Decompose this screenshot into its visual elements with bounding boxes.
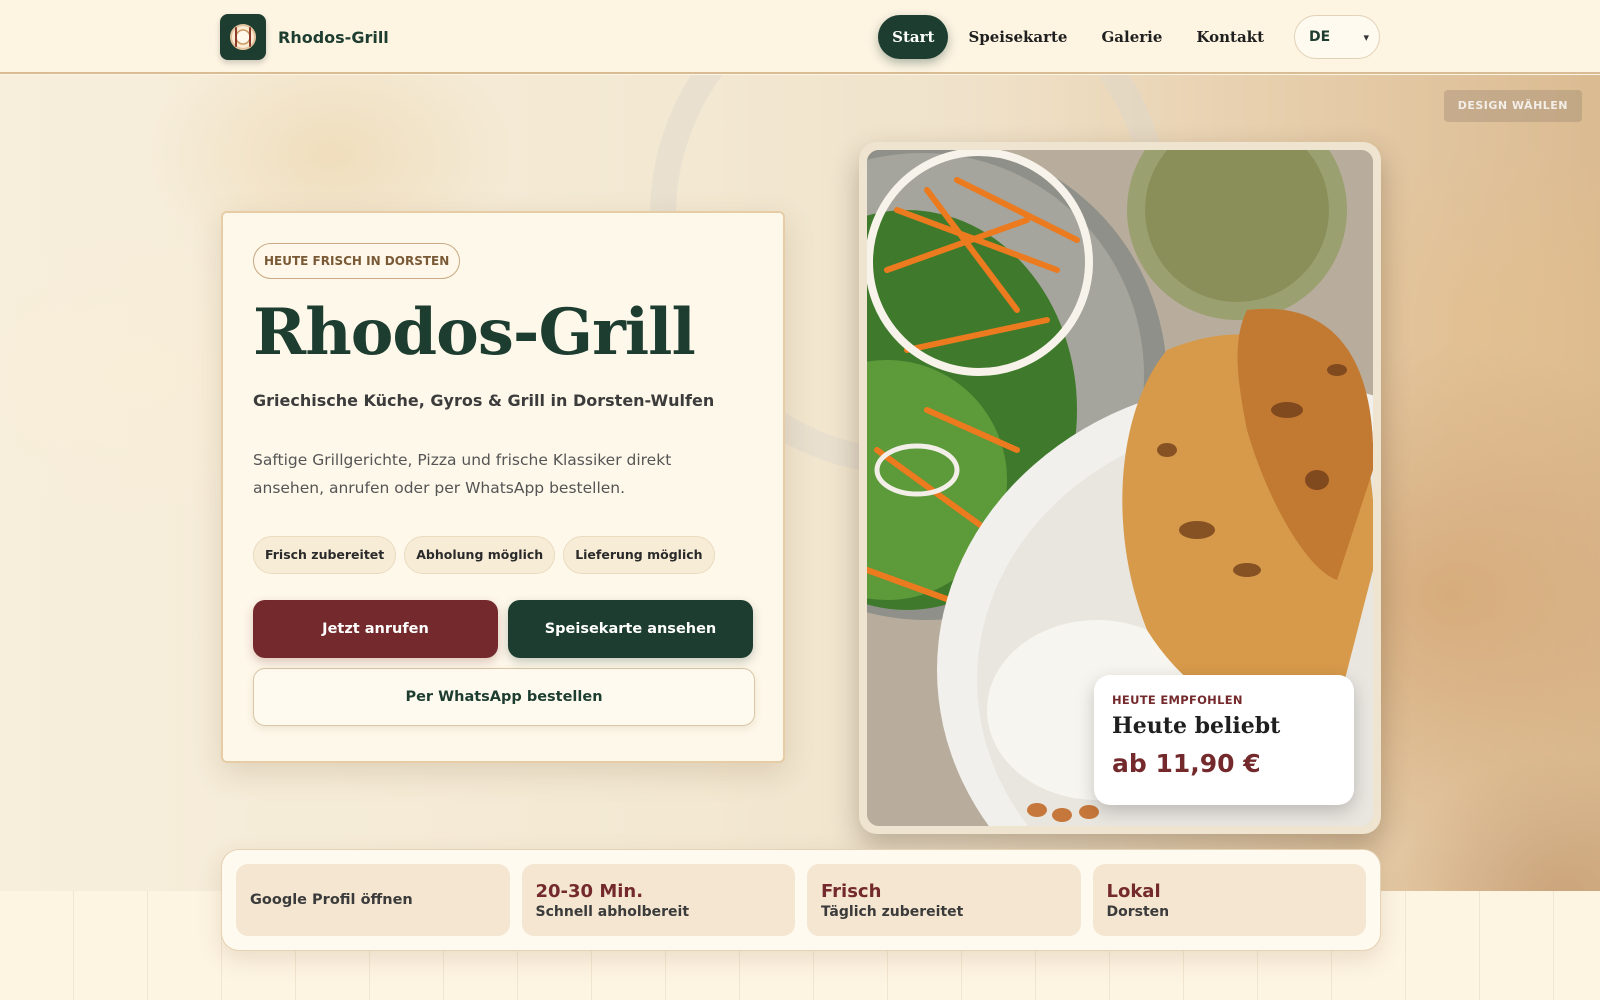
whatsapp-order-button[interactable]: Per WhatsApp bestellen [253, 668, 755, 726]
language-select[interactable]: DE ▾ [1294, 15, 1380, 59]
feature-pill: Abholung möglich [404, 536, 556, 574]
feature-pill: Lieferung möglich [563, 536, 715, 574]
stat-label: Google Profil öffnen [250, 892, 413, 908]
hero-subtitle: Griechische Küche, Gyros & Grill in Dors… [253, 391, 715, 410]
recommendation-price: ab 11,90 € [1112, 749, 1261, 778]
hero-title: Rhodos-Grill [253, 295, 696, 370]
stat-pickup-time: 20-30 Min. Schnell abholbereit [521, 864, 795, 936]
feature-pills: Frisch zubereitet Abholung möglich Liefe… [253, 536, 753, 574]
language-value: DE [1309, 29, 1331, 45]
nav-kontakt[interactable]: Kontakt [1182, 15, 1278, 59]
info-strip: Google Profil öffnen 20-30 Min. Schnell … [221, 849, 1381, 951]
stat-freshness: Frisch Täglich zubereitet [807, 864, 1081, 936]
nav-start[interactable]: Start [878, 15, 949, 59]
top-navigation-bar: Rhodos-Grill Start Speisekarte Galerie K… [0, 0, 1600, 74]
stat-location: Lokal Dorsten [1092, 864, 1366, 936]
nav-speisekarte[interactable]: Speisekarte [954, 15, 1081, 59]
feature-pill: Frisch zubereitet [253, 536, 397, 574]
hero-card: HEUTE FRISCH IN DORSTEN Rhodos-Grill Gri… [221, 211, 785, 763]
chevron-down-icon: ▾ [1363, 30, 1369, 44]
brand-name: Rhodos-Grill [278, 27, 389, 47]
stat-value: Frisch [821, 880, 882, 902]
recommendation-card[interactable]: HEUTE EMPFOHLEN Heute beliebt ab 11,90 € [1094, 675, 1354, 805]
hero-eyebrow-badge: HEUTE FRISCH IN DORSTEN [253, 243, 461, 279]
main-navigation: Start Speisekarte Galerie Kontakt DE ▾ [878, 14, 1380, 60]
stat-label: Schnell abholbereit [535, 903, 690, 920]
stat-label: Dorsten [1106, 903, 1170, 920]
google-profile-link[interactable]: Google Profil öffnen [236, 864, 510, 936]
hero-description: Saftige Grillgerichte, Pizza und frische… [253, 451, 672, 497]
hero-actions: Jetzt anrufen Speisekarte ansehen [253, 600, 753, 658]
stat-value: Lokal [1106, 880, 1161, 902]
stat-value: 20-30 Min. [535, 880, 644, 902]
design-select-button[interactable]: DESIGN WÄHLEN [1443, 90, 1582, 122]
recommendation-title: Heute beliebt [1112, 713, 1281, 739]
recommendation-eyebrow: HEUTE EMPFOHLEN [1112, 693, 1243, 707]
call-now-button[interactable]: Jetzt anrufen [253, 600, 498, 658]
view-menu-button[interactable]: Speisekarte ansehen [508, 600, 753, 658]
food-photo: HEUTE EMPFOHLEN Heute beliebt ab 11,90 € [867, 150, 1373, 826]
brand-home-link[interactable]: Rhodos-Grill [220, 14, 389, 60]
nav-galerie[interactable]: Galerie [1087, 15, 1176, 59]
hero-photo-frame: HEUTE EMPFOHLEN Heute beliebt ab 11,90 € [859, 142, 1381, 834]
stat-label: Täglich zubereitet [821, 903, 964, 920]
restaurant-logo-icon [220, 14, 266, 60]
